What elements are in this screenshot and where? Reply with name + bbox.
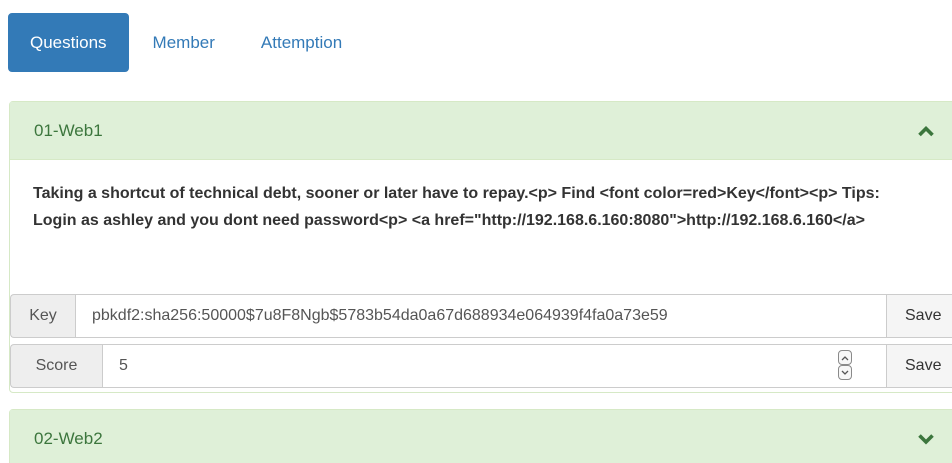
chevron-up-icon[interactable]	[915, 123, 937, 139]
question-description: Taking a shortcut of technical debt, soo…	[33, 185, 880, 229]
score-label: Score	[10, 344, 102, 388]
nav-tabs: Questions Member Attemption	[8, 13, 364, 72]
key-input[interactable]	[75, 294, 887, 338]
tab-questions[interactable]: Questions	[8, 13, 129, 72]
page: Questions Member Attemption 01-Web1 Taki…	[0, 0, 952, 463]
question-panel-web2: 02-Web2	[9, 409, 952, 463]
question-panel-heading[interactable]: 02-Web2	[10, 410, 952, 463]
score-stepper[interactable]	[838, 350, 853, 382]
stepper-up-icon[interactable]	[838, 350, 852, 365]
question-panel-body: Taking a shortcut of technical debt, soo…	[10, 160, 952, 234]
question-title: 02-Web2	[34, 429, 103, 448]
score-field-wrap	[102, 344, 887, 388]
score-input[interactable]	[102, 344, 887, 388]
question-title: 01-Web1	[34, 120, 103, 140]
tab-member[interactable]: Member	[131, 13, 237, 72]
key-save-button[interactable]: Save	[887, 294, 952, 338]
question-panel-web1: 01-Web1 Taking a shortcut of technical d…	[9, 101, 952, 393]
stepper-down-icon[interactable]	[838, 365, 852, 380]
key-label: Key	[10, 294, 75, 338]
question-panel-heading[interactable]: 01-Web1	[10, 102, 952, 160]
score-input-group: Score Save	[10, 344, 952, 388]
chevron-down-icon[interactable]	[915, 431, 937, 447]
score-save-button[interactable]: Save	[887, 344, 952, 388]
tab-attemption[interactable]: Attemption	[239, 13, 364, 72]
key-input-group: Key Save	[10, 294, 952, 338]
